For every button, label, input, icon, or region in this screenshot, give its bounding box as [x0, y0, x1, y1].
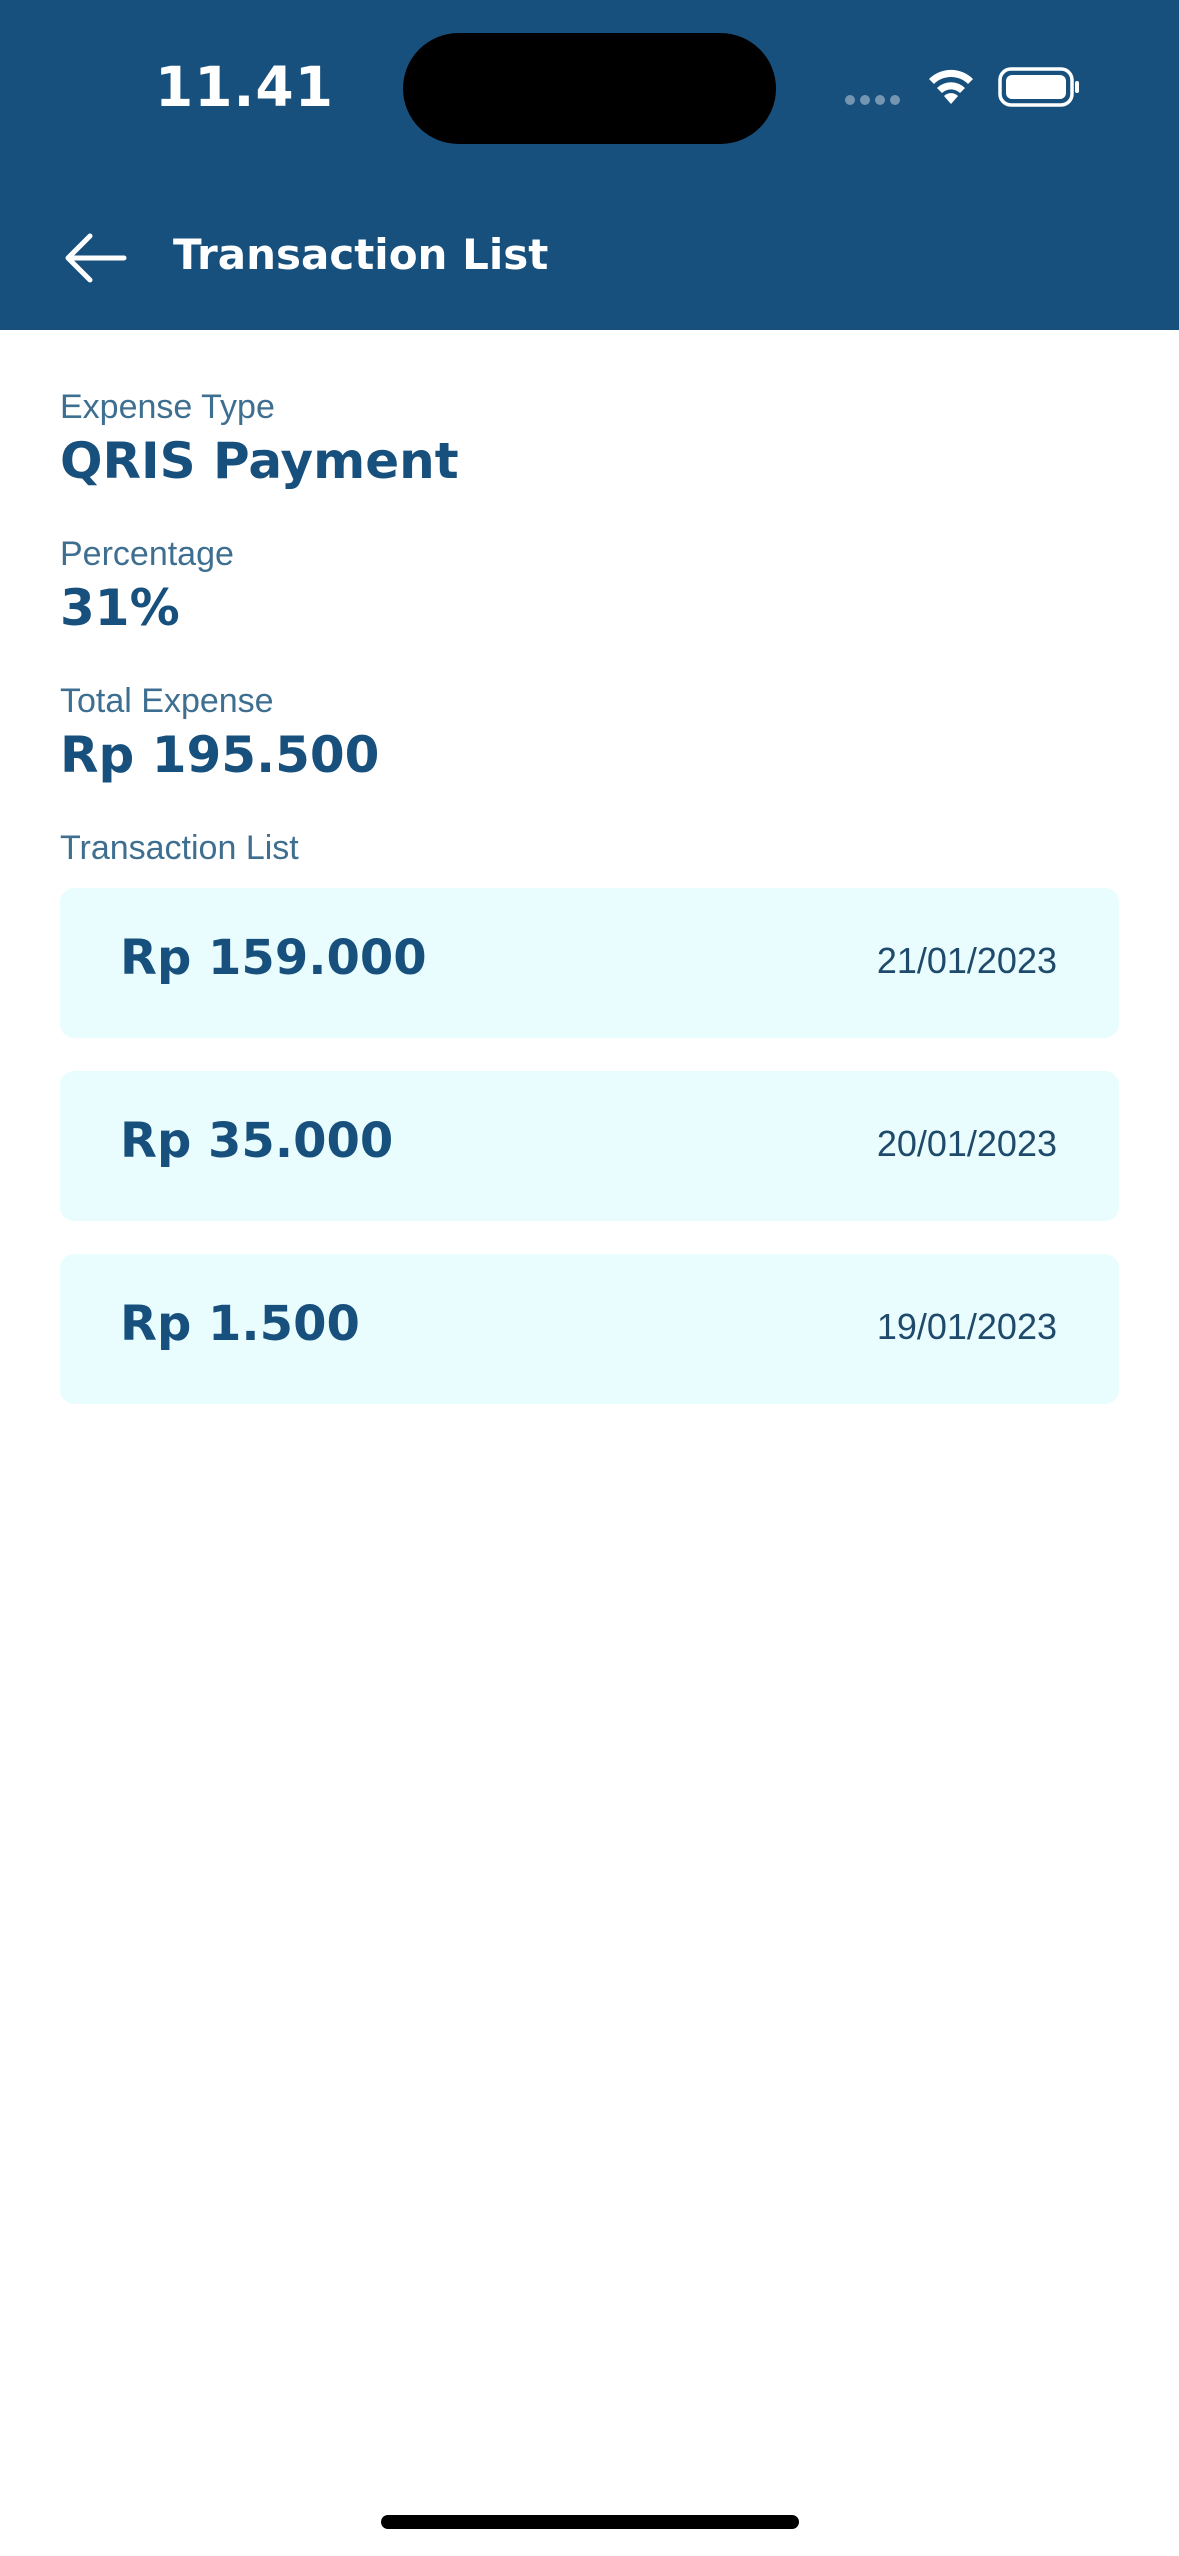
dynamic-island [403, 33, 776, 144]
back-button[interactable] [55, 228, 135, 288]
transaction-amount: Rp 1.500 [120, 1296, 360, 1352]
transaction-card[interactable]: Rp 159.000 21/01/2023 [60, 888, 1119, 1038]
transaction-amount: Rp 35.000 [120, 1113, 394, 1169]
total-expense-field: Total Expense Rp 195.500 [60, 679, 1119, 826]
transaction-list: Rp 159.000 21/01/2023 Rp 35.000 20/01/20… [60, 888, 1119, 1404]
transaction-date: 20/01/2023 [876, 1123, 1057, 1164]
transaction-amount: Rp 159.000 [120, 930, 427, 986]
transaction-card[interactable]: Rp 1.500 19/01/2023 [60, 1254, 1119, 1404]
wifi-icon [929, 69, 973, 104]
transaction-details: Expense Type QRIS Payment Percentage 31%… [60, 385, 1119, 1437]
arrow-left-icon [65, 233, 127, 283]
battery-icon [998, 67, 1079, 107]
percentage-label: Percentage [60, 535, 234, 573]
transaction-card[interactable]: Rp 35.000 20/01/2023 [60, 1071, 1119, 1221]
expense-type-label: Expense Type [60, 388, 275, 426]
expense-type-field: Expense Type QRIS Payment [60, 385, 1119, 532]
total-expense-label: Total Expense [60, 682, 274, 720]
page-title: Transaction List [173, 230, 549, 279]
expense-type-value: QRIS Payment [60, 432, 459, 490]
percentage-value: 31% [60, 579, 180, 637]
app-header: 11.41 Transaction List [0, 0, 1179, 330]
transaction-date: 21/01/2023 [876, 940, 1057, 981]
nav-bar: Transaction List [0, 200, 1179, 316]
home-indicator[interactable] [381, 2515, 799, 2529]
status-time: 11.41 [155, 55, 334, 119]
percentage-field: Percentage 31% [60, 532, 1119, 679]
total-expense-value: Rp 195.500 [60, 726, 380, 784]
signal-dots-icon [845, 95, 905, 107]
transaction-list-label: Transaction List [60, 829, 299, 867]
transaction-date: 19/01/2023 [876, 1306, 1057, 1347]
